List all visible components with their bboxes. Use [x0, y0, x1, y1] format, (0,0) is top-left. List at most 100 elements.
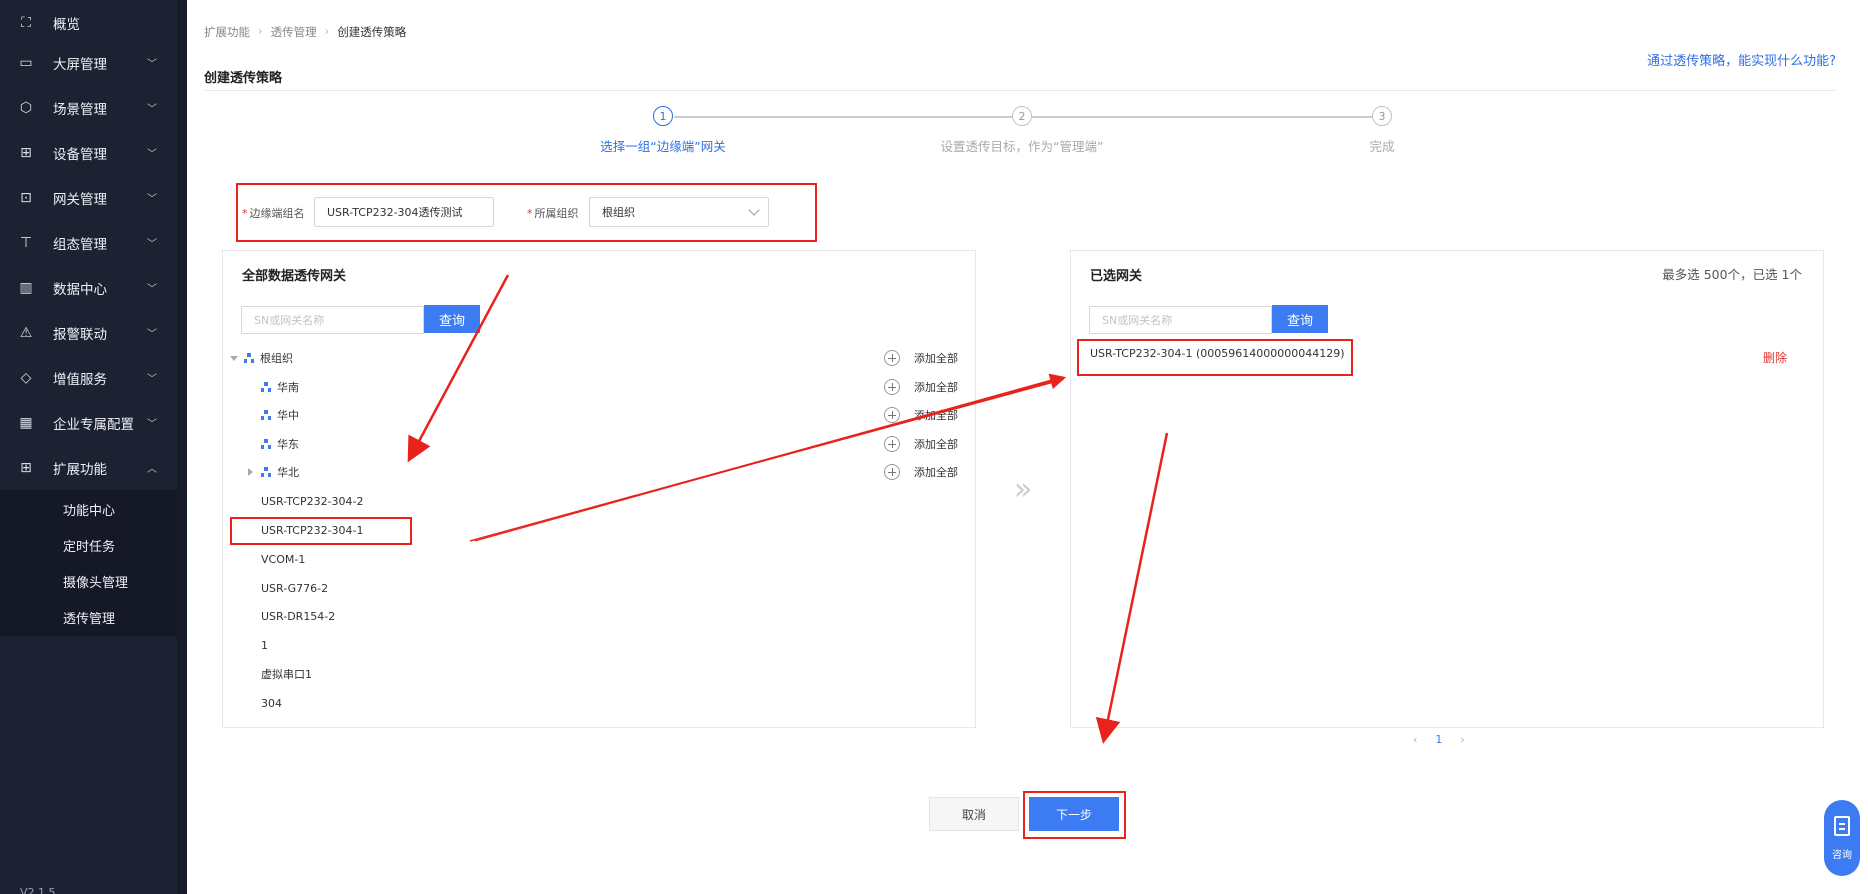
step-3-circle: 3 [1372, 106, 1392, 126]
chevron-down-icon: ﹀ [147, 149, 157, 160]
chevron-right-icon: › [324, 24, 330, 38]
device-item[interactable]: USR-TCP232-304-1 [261, 520, 364, 540]
sidebar-item-label: 增值服务 [53, 371, 107, 388]
submenu-item-function-center[interactable]: 功能中心 [0, 491, 177, 527]
add-all-button[interactable]: 添加全部 [884, 377, 958, 397]
sidebar-item-label: 概览 [53, 16, 80, 33]
step-3-label: 完成 [1369, 139, 1395, 154]
gateway-search-input[interactable]: SN或网关名称 [241, 306, 424, 334]
tree-node-root[interactable]: 根组织 [230, 348, 293, 368]
device-item[interactable]: 1 [261, 635, 268, 655]
screen-icon: ▭ [19, 54, 33, 71]
document-icon [1834, 816, 1850, 836]
add-all-button[interactable]: 添加全部 [884, 462, 958, 482]
org-tree-icon [261, 439, 271, 449]
sidebar-item-screen[interactable]: ▭ 大屏管理 ﹀ [0, 40, 177, 85]
step-2-circle: 2 [1012, 106, 1032, 126]
sidebar-item-data-center[interactable]: ▥ 数据中心 ﹀ [0, 265, 177, 310]
overview-icon: ⛶ [21, 14, 31, 31]
chevron-down-icon: ﹀ [147, 104, 157, 115]
consult-button[interactable]: 咨询 [1824, 800, 1860, 876]
submenu-item-camera[interactable]: 摄像头管理 [0, 563, 177, 599]
prev-page-button[interactable]: ‹ [1413, 733, 1417, 746]
pagination: ‹ 1 › [1413, 733, 1465, 746]
plus-circle-icon [884, 350, 900, 366]
double-chevron-right-icon: » [1014, 472, 1033, 507]
topology-icon: ⊤ [19, 234, 33, 251]
step-2-label: 设置透传目标，作为“管理端” [940, 139, 1104, 154]
plus-circle-icon [884, 379, 900, 395]
next-step-button[interactable]: 下一步 [1029, 797, 1119, 831]
chevron-down-icon: ﹀ [147, 284, 157, 295]
version-label: V2.1.5 [20, 886, 56, 894]
device-item[interactable]: USR-TCP232-304-2 [261, 491, 364, 511]
submenu-item-scheduled-tasks[interactable]: 定时任务 [0, 527, 177, 563]
selected-search-button[interactable]: 查询 [1272, 305, 1328, 333]
all-gateways-title: 全部数据透传网关 [242, 269, 347, 284]
org-tree-icon [244, 353, 254, 363]
breadcrumb-item[interactable]: 扩展功能 [204, 24, 250, 40]
sidebar-item-extensions[interactable]: ⊞ 扩展功能 ︿ [0, 445, 177, 490]
step-1-label: 选择一组“边缘端”网关 [600, 139, 726, 154]
device-item[interactable]: 虚拟串口1 [261, 664, 312, 684]
gateway-search-button[interactable]: 查询 [424, 305, 480, 333]
tree-node[interactable]: 华中 [261, 405, 299, 425]
grid-icon: ⊞ [20, 459, 32, 476]
sidebar-item-label: 场景管理 [53, 101, 107, 118]
delete-button[interactable]: 删除 [1763, 349, 1787, 366]
caret-right-icon [248, 468, 253, 476]
sidebar-item-scene[interactable]: ⬡ 场景管理 ﹀ [0, 85, 177, 130]
sidebar-item-label: 企业专属配置 [53, 416, 134, 433]
help-link[interactable]: 通过透传策略，能实现什么功能? [1647, 50, 1836, 69]
device-item[interactable]: 304 [261, 693, 282, 713]
selected-search-input[interactable]: SN或网关名称 [1089, 306, 1272, 334]
sidebar-item-device[interactable]: ⊞ 设备管理 ﹀ [0, 130, 177, 175]
breadcrumb-item[interactable]: 透传管理 [271, 24, 317, 40]
sidebar-item-gateway[interactable]: ⊡ 网关管理 ﹀ [0, 175, 177, 220]
sidebar-item-topology[interactable]: ⊤ 组态管理 ﹀ [0, 220, 177, 265]
sidebar-item-label: 报警联动 [53, 326, 107, 343]
frame-strip [177, 0, 187, 894]
plus-circle-icon [884, 407, 900, 423]
add-all-button[interactable]: 添加全部 [884, 405, 958, 425]
sidebar-item-label: 设备管理 [53, 146, 107, 163]
sidebar-item-enterprise[interactable]: ▦ 企业专属配置 ﹀ [0, 400, 177, 445]
add-all-button[interactable]: 添加全部 [884, 348, 958, 368]
sidebar-item-value-added[interactable]: ◇ 增值服务 ﹀ [0, 355, 177, 400]
cancel-button[interactable]: 取消 [929, 797, 1019, 831]
plus-circle-icon [884, 436, 900, 452]
selected-gateway-item: USR-TCP232-304-1 (00059614000000044129) [1090, 347, 1345, 360]
group-name-input[interactable]: USR-TCP232-304透传测试 [314, 197, 494, 227]
alarm-icon: ⚠ [19, 324, 33, 341]
tree-node[interactable]: 华北 [248, 462, 299, 482]
step-1-circle: 1 [653, 106, 673, 126]
chevron-down-icon: ﹀ [147, 329, 157, 340]
chevron-right-icon: › [258, 24, 263, 38]
tree-node[interactable]: 华东 [261, 434, 299, 454]
sidebar-item-label: 扩展功能 [53, 461, 107, 478]
submenu-item-transparent[interactable]: 透传管理 [0, 599, 177, 635]
sidebar-item-overview[interactable]: ⛶ 概览 [0, 0, 177, 45]
cube-icon: ⬡ [19, 99, 33, 116]
caret-down-icon [230, 355, 238, 361]
tree-node[interactable]: 华南 [261, 377, 299, 397]
next-page-button[interactable]: › [1460, 733, 1464, 746]
sidebar-item-label: 组态管理 [53, 236, 107, 253]
org-tree-icon [261, 382, 271, 392]
consult-label: 咨询 [1832, 850, 1852, 861]
breadcrumb-current: 创建透传策略 [337, 25, 407, 39]
plus-circle-icon [884, 464, 900, 480]
chevron-down-icon [748, 204, 760, 216]
org-select[interactable]: 根组织 [589, 197, 769, 227]
chevron-down-icon: ﹀ [147, 374, 157, 385]
page-number[interactable]: 1 [1435, 733, 1442, 746]
building-icon: ▦ [19, 414, 33, 431]
device-item[interactable]: VCOM-1 [261, 549, 305, 569]
device-item[interactable]: USR-G776-2 [261, 578, 328, 598]
sidebar-item-alarm[interactable]: ⚠ 报警联动 ﹀ [0, 310, 177, 355]
step-connector [1032, 116, 1380, 118]
add-all-button[interactable]: 添加全部 [884, 434, 958, 454]
selected-count: 最多选 500个，已选 1个 [1662, 267, 1802, 282]
device-item[interactable]: USR-DR154-2 [261, 606, 335, 626]
diamond-icon: ◇ [20, 369, 32, 386]
